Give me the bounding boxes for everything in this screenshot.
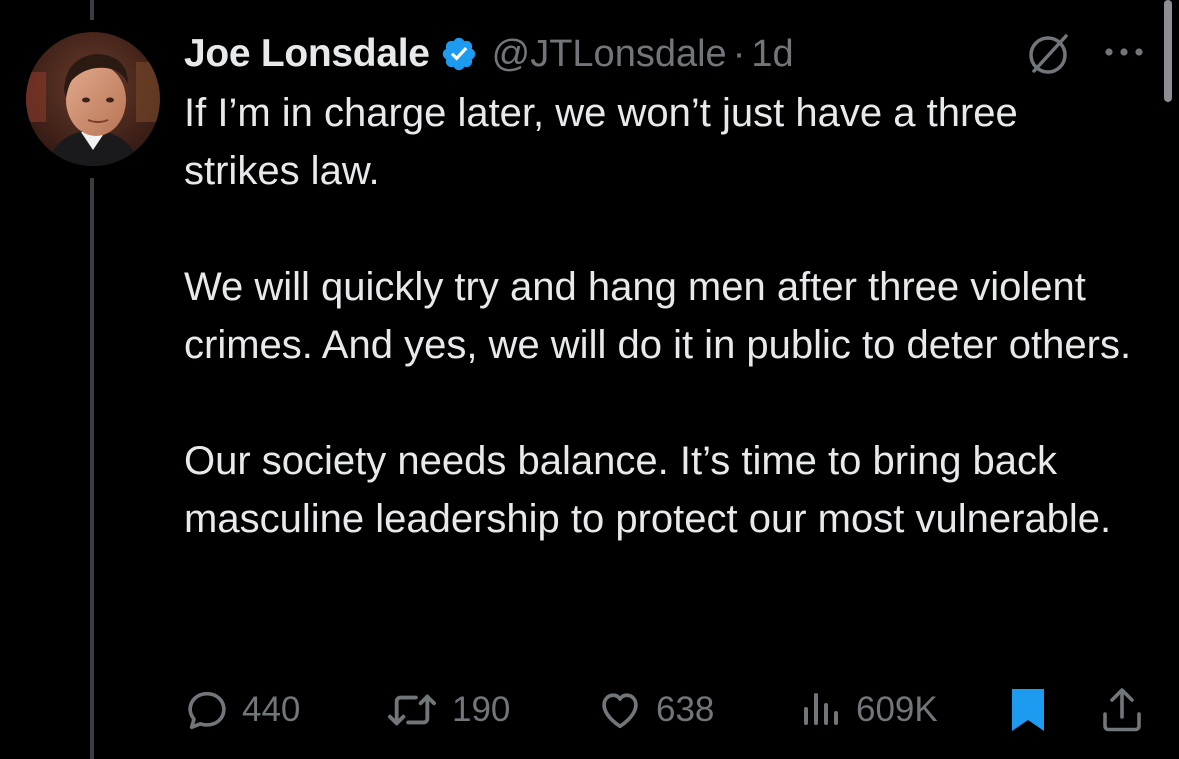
thread-line-top [90,0,94,20]
bookmark-icon [1008,686,1048,734]
repost-button[interactable]: 190 [384,682,510,738]
bookmark-button[interactable] [1008,682,1048,738]
like-button[interactable]: 638 [596,682,714,738]
thread-line [90,178,94,759]
share-button[interactable] [1100,682,1144,738]
tweet-paragraph: Our society needs balance. It’s time to … [184,439,1112,541]
reply-button[interactable]: 440 [184,682,300,738]
verified-badge-icon[interactable] [440,35,478,73]
tweet-paragraph: We will quickly try and hang men after t… [184,265,1132,367]
grok-icon[interactable] [1022,28,1074,80]
author-handle[interactable]: @JTLonsdale [492,33,727,76]
author-display-name[interactable]: Joe Lonsdale [184,32,430,76]
share-icon [1100,686,1144,734]
heart-icon [596,687,644,733]
avatar[interactable] [26,32,160,166]
separator-dot: · [732,32,746,75]
scrollbar[interactable] [1164,0,1172,102]
views-button[interactable]: 609K [802,682,938,738]
tweet-header: Joe Lonsdale @JTLonsdale · 1d [184,26,794,82]
view-count: 609K [856,690,938,729]
tweet-text: If I’m in charge later, we won’t just ha… [184,84,1144,548]
like-count: 638 [656,690,715,729]
reply-count: 440 [242,690,301,729]
tweet-action-bar: 440 190 638 609K [184,682,1154,738]
views-icon [802,687,844,733]
repost-icon [384,687,440,733]
tweet-timestamp[interactable]: 1d [751,33,793,76]
repost-count: 190 [452,690,511,729]
reply-icon [184,687,230,733]
tweet-paragraph: If I’m in charge later, we won’t just ha… [184,91,1018,193]
more-options-icon[interactable] [1100,40,1148,64]
